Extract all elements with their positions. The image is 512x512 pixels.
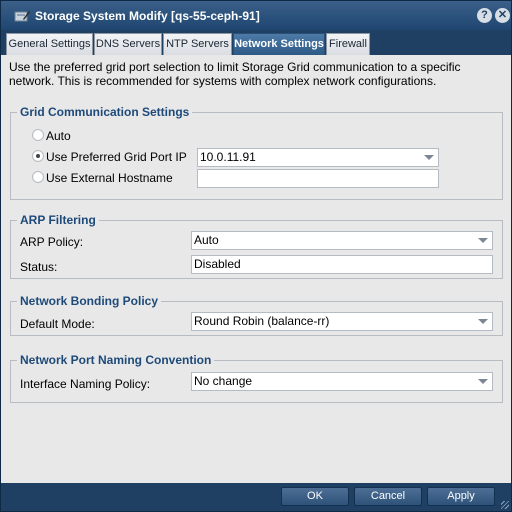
- interface-naming-value: No change: [194, 374, 253, 388]
- arp-status-field[interactable]: Disabled: [191, 255, 493, 274]
- preferred-grid-port-value: 10.0.11.91: [200, 150, 256, 164]
- interface-naming-label: Interface Naming Policy:: [20, 377, 151, 391]
- tab-dns-servers[interactable]: DNS Servers: [94, 33, 162, 55]
- grid-communication-legend: Grid Communication Settings: [20, 105, 190, 119]
- window-title: Storage System Modify [qs-55-ceph-91]: [35, 8, 260, 23]
- close-icon[interactable]: ✕: [495, 8, 510, 23]
- dialog-window: Storage System Modify [qs-55-ceph-91] ? …: [0, 0, 512, 512]
- resize-grip-icon[interactable]: [501, 501, 509, 509]
- default-mode-select[interactable]: Round Robin (balance-rr): [191, 312, 493, 331]
- arp-filtering-legend: ARP Filtering: [20, 213, 96, 227]
- arp-policy-label: ARP Policy:: [20, 235, 84, 249]
- auto-radio[interactable]: [32, 129, 44, 141]
- tab-network-settings[interactable]: Network Settings: [233, 33, 325, 55]
- chevron-down-icon: [478, 319, 488, 324]
- apply-button[interactable]: Apply: [427, 487, 495, 506]
- description-text: Use the preferred grid port selection to…: [9, 60, 461, 88]
- cancel-button[interactable]: Cancel: [354, 487, 422, 506]
- default-mode-label: Default Mode:: [20, 317, 95, 331]
- port-naming-legend: Network Port Naming Convention: [20, 353, 212, 367]
- tab-firewall[interactable]: Firewall: [326, 33, 370, 55]
- external-hostname-radio[interactable]: [32, 171, 44, 183]
- title-bar[interactable]: Storage System Modify [qs-55-ceph-91] ? …: [1, 1, 511, 30]
- tab-general-settings[interactable]: General Settings: [6, 33, 93, 55]
- external-hostname-label: Use External Hostname: [46, 171, 173, 185]
- chevron-down-icon: [478, 379, 488, 384]
- arp-status-label: Status:: [20, 260, 58, 274]
- auto-label: Auto: [46, 129, 71, 143]
- tab-bar: General Settings DNS Servers NTP Servers…: [1, 30, 511, 55]
- external-hostname-input[interactable]: [197, 169, 439, 188]
- preferred-grid-port-radio[interactable]: [32, 150, 44, 162]
- storage-edit-icon: [14, 10, 30, 21]
- help-icon[interactable]: ?: [477, 8, 492, 23]
- preferred-grid-port-select[interactable]: 10.0.11.91: [197, 148, 439, 167]
- default-mode-value: Round Robin (balance-rr): [194, 314, 330, 328]
- ok-button[interactable]: OK: [281, 487, 349, 506]
- dialog-content: Use the preferred grid port selection to…: [1, 55, 511, 483]
- network-bonding-legend: Network Bonding Policy: [20, 294, 159, 308]
- arp-policy-value: Auto: [194, 233, 219, 247]
- chevron-down-icon: [424, 155, 434, 160]
- preferred-grid-port-label: Use Preferred Grid Port IP: [46, 150, 187, 164]
- interface-naming-select[interactable]: No change: [191, 372, 493, 391]
- tab-ntp-servers[interactable]: NTP Servers: [163, 33, 232, 55]
- button-bar: OK Cancel Apply: [1, 483, 511, 511]
- arp-policy-select[interactable]: Auto: [191, 231, 493, 250]
- chevron-down-icon: [478, 238, 488, 243]
